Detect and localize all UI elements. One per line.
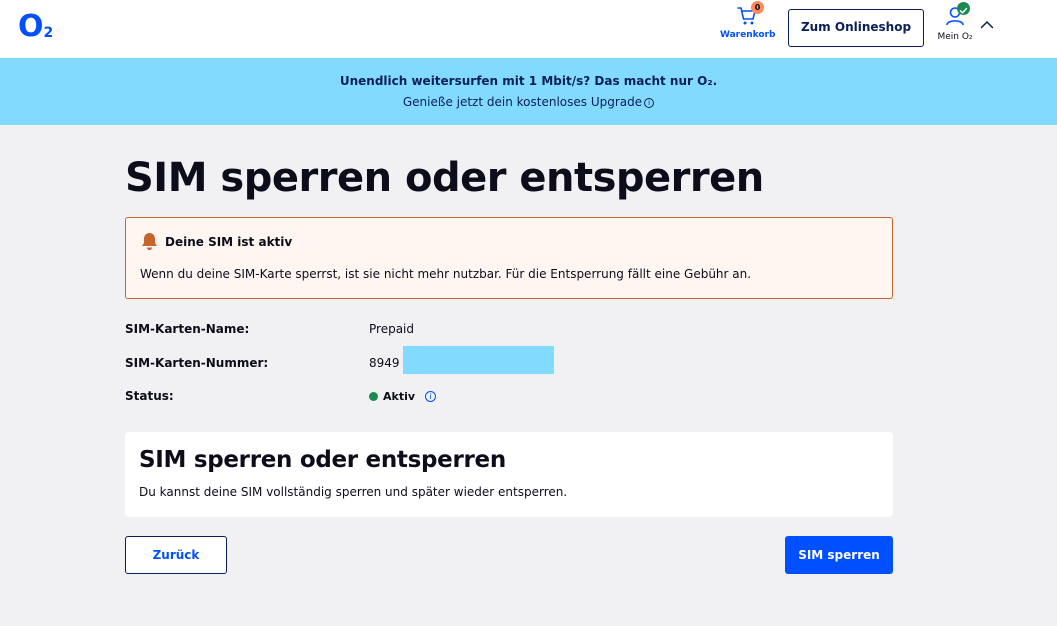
account-label: Mein O₂ [937, 32, 973, 42]
alert-title: Deine SIM ist aktiv [165, 235, 293, 249]
cart-label: Warenkorb [720, 30, 776, 40]
lock-sim-button[interactable]: SIM sperren [785, 536, 893, 574]
status-active-dot [369, 392, 378, 401]
site-header: O2 0 Warenkorb Zum Onlineshop Mein O₂ [0, 0, 1057, 58]
masked-number-block [403, 346, 554, 374]
sim-number-value: 8949 [369, 356, 400, 370]
promo-banner: Unendlich weitersurfen mit 1 Mbit/s? Das… [0, 58, 1057, 125]
account-menu[interactable]: Mein O₂ [930, 2, 980, 42]
alert-text: Wenn du deine SIM-Karte sperrst, ist sie… [140, 267, 752, 281]
logged-in-check-icon [957, 2, 970, 15]
o2-logo[interactable]: O2 [18, 9, 54, 50]
sim-name-value: Prepaid [369, 322, 414, 336]
sim-active-alert: Deine SIM ist aktiv Wenn du deine SIM-Ka… [125, 217, 893, 299]
status-text: Aktiv [383, 390, 416, 403]
back-button[interactable]: Zurück [125, 536, 227, 574]
cart-count-badge: 0 [751, 1, 764, 14]
card-text: Du kannst deine SIM vollständig sperren … [139, 485, 568, 499]
banner-headline: Unendlich weitersurfen mit 1 Mbit/s? Das… [339, 74, 718, 88]
card-title: SIM sperren oder entsperren [139, 447, 506, 473]
status-info-icon[interactable]: i [425, 391, 437, 402]
info-icon[interactable]: i [644, 97, 655, 108]
bell-icon [142, 233, 157, 250]
sim-name-label: SIM-Karten-Name: [125, 322, 250, 336]
lock-info-card: SIM sperren oder entsperren Du kannst de… [125, 432, 893, 517]
page-title: SIM sperren oder entsperren [125, 155, 764, 201]
sim-status-value: Aktiv i [369, 389, 437, 403]
sim-number-label: SIM-Karten-Nummer: [125, 356, 269, 370]
chevron-up-icon[interactable] [980, 20, 994, 29]
sim-status-label: Status: [125, 389, 174, 403]
banner-upgrade-link[interactable]: Genieße jetzt dein kostenloses Upgrade i [0, 95, 1057, 109]
logo-subscript: 2 [43, 25, 54, 41]
cart-button[interactable]: 0 Warenkorb [720, 1, 776, 40]
banner-upgrade-text: Genieße jetzt dein kostenloses Upgrade [402, 95, 643, 109]
online-shop-button[interactable]: Zum Onlineshop [788, 9, 924, 47]
logo-letter: O [18, 9, 43, 44]
